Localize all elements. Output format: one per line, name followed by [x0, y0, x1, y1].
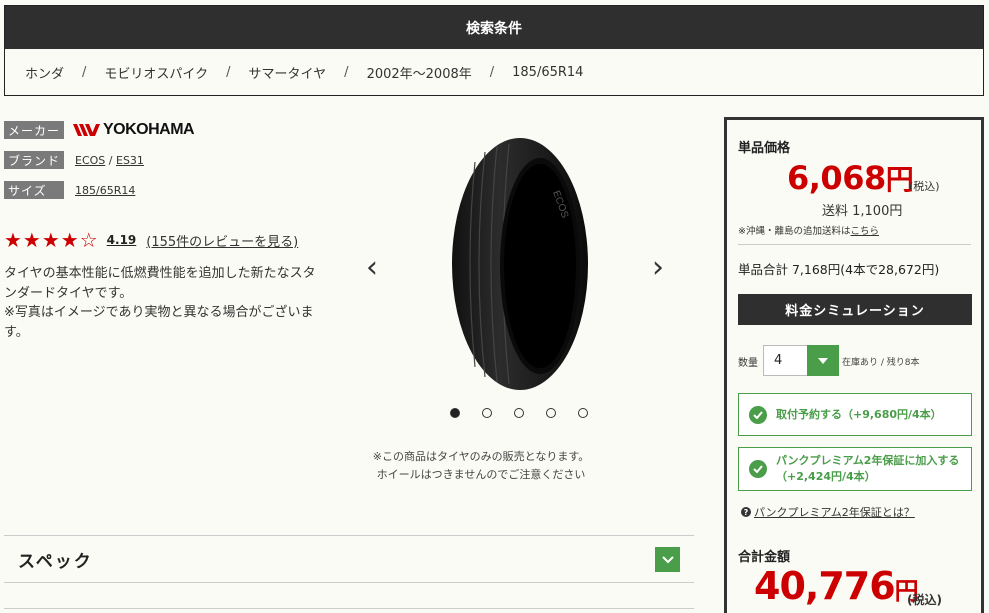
- tax-note: (税込): [909, 180, 940, 193]
- brand-link-ecos[interactable]: ECOS: [75, 154, 105, 167]
- divider: [4, 608, 694, 609]
- crumb-car[interactable]: モビリオスパイク: [104, 63, 208, 82]
- crumb-size[interactable]: 185/65R14: [512, 65, 583, 80]
- chevron-down-icon[interactable]: [655, 547, 680, 572]
- check-icon: [749, 405, 767, 424]
- carousel-dots: [450, 408, 610, 418]
- description-text: タイヤの基本性能に低燃費性能を追加した新たなスタンダードタイヤです。: [4, 266, 316, 301]
- crumb-maker[interactable]: ホンダ: [25, 63, 64, 82]
- warranty-faq-link[interactable]: パンクプレミアム2年保証とは？: [754, 504, 915, 520]
- carousel-dot-5[interactable]: [578, 408, 588, 418]
- image-disclaimer: ※写真はイメージであり実物と異なる場合がございます。: [4, 305, 314, 340]
- size-row: サイズ 185/65R14: [4, 180, 324, 200]
- wheel-note-line-1: ※この商品はタイヤのみの販売となります。: [372, 450, 590, 463]
- product-description: タイヤの基本性能に低燃費性能を追加した新たなスタンダードタイヤです。 ※写真はイ…: [4, 264, 324, 342]
- crumb-separator: /: [344, 64, 349, 80]
- remote-note-link[interactable]: こちら: [850, 226, 879, 237]
- unit-price-value: 6,068: [787, 159, 886, 197]
- brand-separator: /: [108, 153, 113, 167]
- carousel-dot-4[interactable]: [546, 408, 556, 418]
- quantity-select[interactable]: 4: [763, 345, 839, 376]
- remote-note-text: ※沖縄・離島の追加送料は: [738, 226, 851, 237]
- brand-value: ECOS / ES31: [75, 154, 144, 167]
- quantity-label: 数量: [738, 358, 758, 369]
- subtotal: 単品合計 7,168円(4本で28,672円): [738, 262, 940, 277]
- brand-label: ブランド: [4, 151, 64, 169]
- question-icon: ?: [741, 507, 751, 517]
- chevron-right-icon[interactable]: ›: [652, 250, 664, 285]
- maker-row: メーカー YOKOHAMA: [4, 120, 324, 140]
- crumb-separator: /: [82, 64, 87, 80]
- logo-text: YOKOHAMA: [103, 121, 195, 138]
- brand-link-es31[interactable]: ES31: [116, 154, 144, 167]
- yokohama-logo: YOKOHAMA: [73, 121, 195, 139]
- install-option-label: 取付予約する（+9,680円/4本）: [776, 407, 942, 421]
- unit-price-label: 単品価格: [738, 141, 791, 156]
- unit-price: 6,068円: [787, 158, 914, 198]
- crumb-years[interactable]: 2002年～2008年: [367, 63, 472, 82]
- check-icon: [749, 460, 767, 478]
- purchase-panel: 単品価格 6,068円 (税込) 送料 1,100円 ※沖縄・離島の追加送料はこ…: [724, 117, 984, 613]
- chevron-down-icon[interactable]: [807, 345, 839, 376]
- search-conditions-title: 検索条件: [5, 6, 983, 49]
- reviews-link[interactable]: (155件のレビューを見る): [146, 231, 298, 250]
- search-conditions: 検索条件 ホンダ / モビリオスパイク / サマータイヤ / 2002年～200…: [4, 5, 984, 96]
- total-price: 40,776円: [754, 564, 919, 608]
- product-info: メーカー YOKOHAMA ブランド ECOS / ES31 サイズ 185/6…: [4, 120, 324, 210]
- total-tax-note: (税込): [907, 593, 942, 607]
- quantity-value: 4: [774, 353, 783, 368]
- install-reservation-option[interactable]: 取付予約する（+9,680円/4本）: [738, 393, 972, 436]
- remote-shipping-note: ※沖縄・離島の追加送料はこちら: [738, 223, 879, 237]
- rating-score: 4.19: [106, 233, 137, 247]
- size-link[interactable]: 185/65R14: [75, 184, 135, 197]
- carousel-dot-3[interactable]: [514, 408, 524, 418]
- tire-image: ECOS: [452, 138, 588, 390]
- spec-section-header[interactable]: スペック: [4, 535, 694, 583]
- crumb-separator: /: [226, 64, 231, 80]
- carousel-dot-1[interactable]: [450, 408, 460, 418]
- rating: ★★★★☆ 4.19 (155件のレビューを見る): [4, 228, 298, 252]
- yokohama-logo-mark: [73, 124, 100, 136]
- warranty-faq: ? パンクプレミアム2年保証とは？: [741, 504, 915, 520]
- crumb-separator: /: [489, 64, 495, 80]
- chevron-left-icon[interactable]: ‹: [366, 250, 378, 285]
- image-carousel: ‹ › ECOS: [350, 120, 690, 410]
- brand-row: ブランド ECOS / ES31: [4, 150, 324, 170]
- crumb-season[interactable]: サマータイヤ: [249, 63, 327, 82]
- wheel-note: ※この商品はタイヤのみの販売となります。 ホイールはつきませんのでご注意ください: [356, 448, 606, 484]
- size-value: 185/65R14: [75, 184, 135, 197]
- warranty-option-label: パンクプレミアム2年保証に加入する（+2,424円/4本）: [776, 454, 960, 483]
- rating-stars: ★★★★☆: [4, 228, 99, 252]
- total-label: 合計金額: [738, 550, 791, 565]
- shipping-fee: 送料 1,100円: [822, 204, 903, 219]
- wheel-note-line-2: ホイールはつきませんのでご注意ください: [376, 468, 586, 481]
- divider: [738, 244, 971, 245]
- maker-label: メーカー: [4, 121, 64, 139]
- carousel-dot-2[interactable]: [482, 408, 492, 418]
- breadcrumb: ホンダ / モビリオスパイク / サマータイヤ / 2002年～2008年 / …: [5, 49, 983, 95]
- size-label: サイズ: [4, 181, 64, 199]
- price-simulation-button[interactable]: 料金シミュレーション: [738, 294, 972, 325]
- stock-status: 在庫あり / 残り8本: [842, 358, 920, 368]
- total-price-value: 40,776: [754, 564, 896, 608]
- puncture-warranty-option[interactable]: パンクプレミアム2年保証に加入する（+2,424円/4本）: [738, 447, 972, 491]
- spec-title: スペック: [18, 551, 93, 572]
